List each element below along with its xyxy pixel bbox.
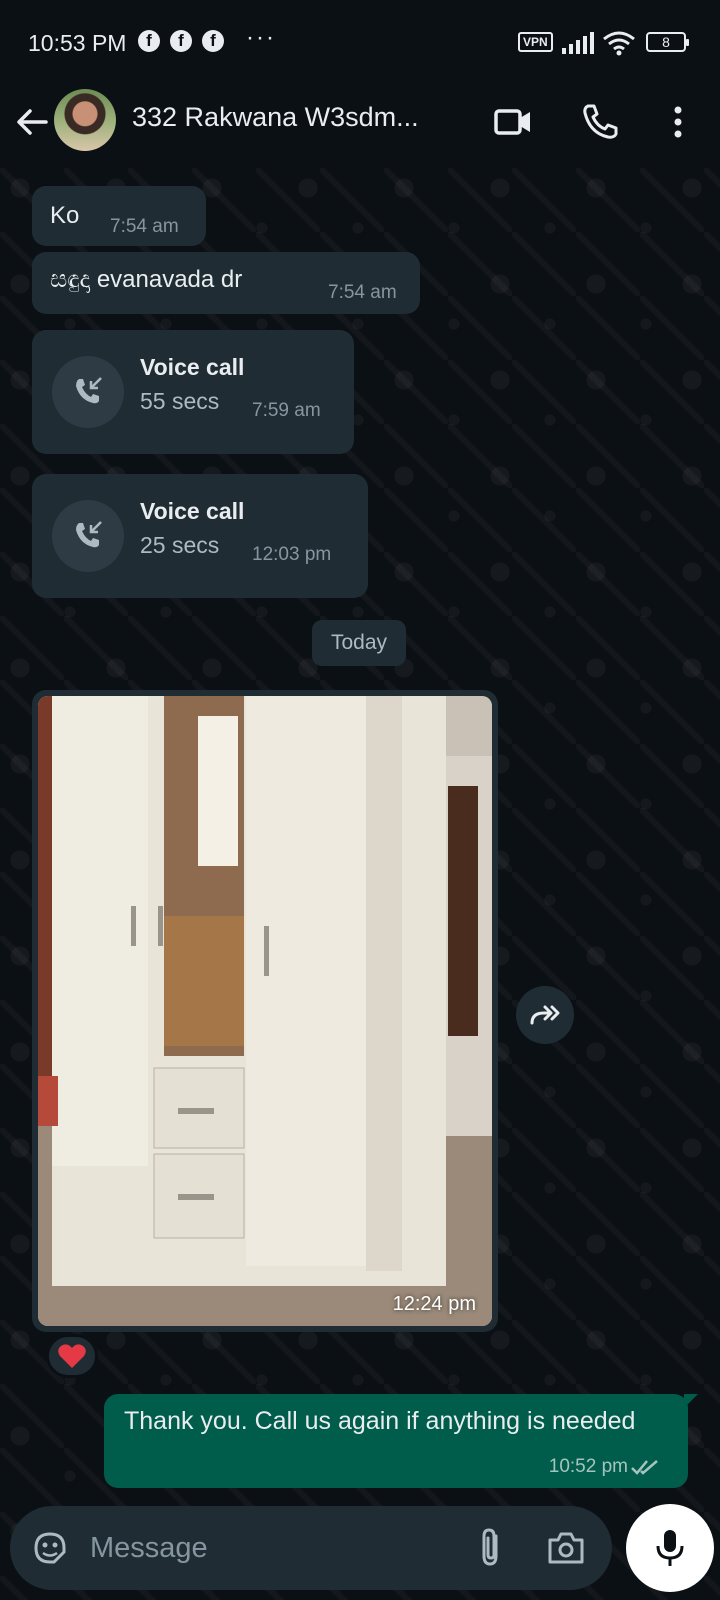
message-input[interactable] [90,1524,470,1572]
phone-icon[interactable] [578,100,622,144]
heart-icon [58,1344,86,1368]
avatar[interactable] [54,89,116,151]
call-title: Voice call [140,354,245,380]
voice-call-message[interactable]: Voice call 55 secs 7:59 am [32,330,354,454]
attach-icon[interactable] [476,1526,506,1570]
message-time: 7:59 am [252,400,321,421]
vpn-badge: VPN [518,32,553,52]
date-divider: Today [312,620,406,666]
read-ticks-icon [631,1460,658,1475]
status-time: 10:53 PM [28,30,127,56]
battery-icon: 8 [646,32,689,52]
call-duration: 55 secs [140,388,220,414]
message-time: 10:52 pm [548,1456,628,1477]
sticker-icon[interactable] [30,1528,70,1568]
message-time: 7:54 am [328,282,397,303]
more-vert-icon[interactable] [656,100,700,144]
message-time: 12:24 pm [392,1293,476,1315]
wardrobe-photo-illustration [38,696,492,1326]
incoming-message[interactable]: Ko 7:54 am [32,186,206,246]
facebook-icon: f [202,30,224,52]
more-notifications-icon: ··· [246,24,276,51]
chat-header: 332 Rakwana W3sdm... [0,84,720,168]
voice-record-button[interactable] [626,1504,714,1592]
camera-icon[interactable] [546,1530,586,1566]
notification-icons: f f f [138,30,224,52]
back-arrow-icon[interactable] [12,102,52,142]
facebook-icon: f [170,30,192,52]
microphone-icon [656,1530,684,1566]
message-text: සඳුදා evanavada dr [50,266,243,293]
message-text: Thank you. Call us again if anything is … [124,1407,636,1435]
status-bar: 10:53 PM f f f ··· VPN 8 [0,0,720,84]
video-camera-icon[interactable] [492,100,536,144]
call-duration: 25 secs [140,532,220,558]
missed-call-icon [52,500,124,572]
forward-button[interactable] [516,986,574,1044]
wifi-icon [603,31,635,56]
incoming-message[interactable]: සඳුදා evanavada dr 7:54 am [32,252,420,314]
wardrobe-photo[interactable]: 12:24 pm [38,696,492,1326]
voice-call-message[interactable]: Voice call 25 secs 12:03 pm [32,474,368,598]
call-title: Voice call [140,498,245,524]
missed-call-icon [52,356,124,428]
message-composer [10,1506,612,1590]
signal-icon [562,32,594,54]
message-time: 12:03 pm [252,544,332,565]
facebook-icon: f [138,30,160,52]
message-time: 7:54 am [110,216,179,237]
message-text: Ko [50,202,80,229]
heart-reaction[interactable] [46,1334,98,1378]
outgoing-message[interactable]: Thank you. Call us again if anything is … [104,1394,698,1488]
image-message[interactable]: 12:24 pm [32,690,498,1332]
forward-icon [530,1005,560,1025]
contact-name[interactable]: 332 Rakwana W3sdm... [132,102,419,133]
